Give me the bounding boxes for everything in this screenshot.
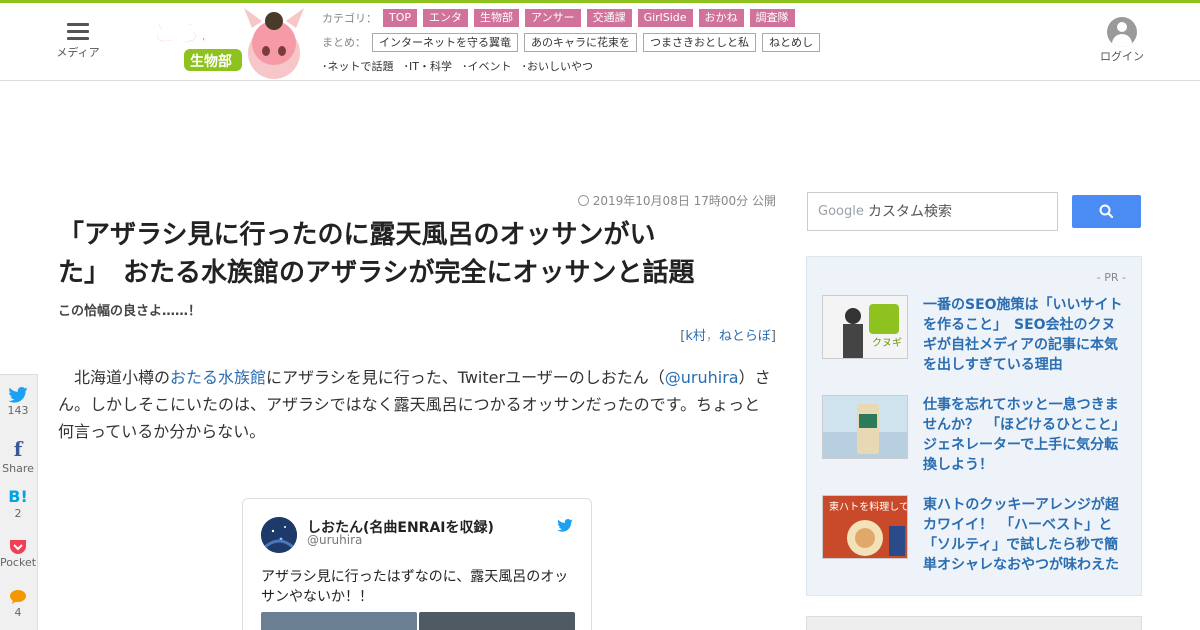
article-title-line1: 「アザラシ見に行ったのに露天風呂のオッサンがい [58,220,656,250]
category-top[interactable]: TOP [383,9,418,27]
pr-thumb-1[interactable]: クヌギ [822,295,908,359]
category-row: カテゴリ： TOP エンタ 生物部 アンサー 交通課 GirlSide おかね … [322,7,1022,29]
publish-date-text: 2019年10月08日 17時00分 公開 [592,194,776,208]
pr-title-1[interactable]: 一番のSEO施策は「いいサイトを作ること」 SEO会社のクヌギが自社メディアの記… [923,295,1123,375]
hatena-bookmark-count: 2 [14,507,22,520]
article-title: 「アザラシ見に行ったのに露天風呂のオッサンがい た」 おたる水族館のアザラシが完… [58,216,778,292]
twitter-bird-icon[interactable] [557,517,573,536]
category-seibutsu[interactable]: 生物部 [474,9,520,27]
logo-sub-text: 生物部 [190,53,232,70]
body-text-1: 北海道小樽の [58,368,171,387]
pr-label: - PR - [1096,271,1126,284]
header-nav: カテゴリ： TOP エンタ 生物部 アンサー 交通課 GirlSide おかね … [322,7,1022,79]
logo-text: ねとらぼ [128,19,225,47]
byline-author-link[interactable]: k村 [685,329,706,344]
login-button[interactable]: ログイン [1096,15,1148,64]
pr-thumb-3-text: 東ハトを料理してみた [829,500,908,513]
pocket-label: Pocket [0,556,37,569]
pr-thumb-1-text: クヌギ [872,337,902,349]
matome-row: まとめ： インターネットを守る翼竜 あのキャラに花束を つまさきおとしと私 ねと… [322,31,1022,53]
topic-link-3[interactable]: ･イベント [462,58,512,74]
body-text-2: にアザラシを見に行った、Twiterユーザーのしおたん（ [266,368,665,387]
twitter-share-button[interactable]: 143 [0,387,39,417]
publish-date: 2019年10月08日 17時00分 公開 [560,192,776,209]
comment-button[interactable]: 4 [0,589,39,619]
search-button[interactable] [1072,195,1141,228]
byline: [k村，ねとらぼ] [560,325,776,344]
comment-icon [10,590,26,604]
user-icon [1107,17,1137,47]
tweet-media[interactable] [261,612,575,630]
topic-row: ･ネットで話題 ･IT・科学 ･イベント ･おいしいやつ [322,55,1022,77]
hamburger-icon [67,23,89,40]
aquarium-link[interactable]: おたる水族館 [170,368,266,387]
embedded-tweet[interactable]: しおたん(名曲ENRAIを収録) @uruhira アザラシ見に行ったはずなのに… [242,498,592,630]
article-title-line2: た」 おたる水族館のアザラシが完全にオッサンと話題 [58,258,695,288]
matome-link-3[interactable]: つまさきおとしと私 [643,32,756,52]
matome-link-4[interactable]: ねとめし [762,32,820,52]
pr-title-3[interactable]: 東ハトのクッキーアレンジが超カワイイ！ 「ハーベスト」と「ソルティ」で試したら秒… [923,495,1123,575]
user-handle-link[interactable]: @uruhira [665,368,739,387]
byline-outlet-link[interactable]: ねとらぼ [719,329,771,344]
site-header: メディア ねとらぼ 生物部 カテゴリ： TOP エンタ 生物部 アンサー 交通課… [0,3,1200,81]
topic-link-1[interactable]: ･ネットで話題 [322,58,394,74]
pocket-icon [10,540,26,554]
pr-thumb-3[interactable]: 東ハトを料理してみた [822,495,908,559]
tweet-avatar[interactable] [261,517,297,553]
article-subtitle: この恰幅の良さよ……！ [58,304,202,319]
facebook-share-label: Share [2,462,34,475]
tweet-text: アザラシ見に行ったはずなのに、露天風呂のオッサンやないか！！ [261,569,569,605]
hatena-bookmark-button[interactable]: B! 2 [0,487,39,520]
tweet-author-handle[interactable]: @uruhira [307,533,362,547]
twitter-icon [8,387,28,403]
matome-link-1[interactable]: インターネットを守る翼竜 [372,32,518,52]
byline-close: ] [770,329,776,344]
tweet-photo-1[interactable] [261,612,417,630]
category-girlside[interactable]: GirlSide [637,9,693,27]
google-logo-text: Google [818,204,864,219]
login-label: ログイン [1100,50,1144,63]
pr-title-2[interactable]: 仕事を忘れてホッと一息つきませんか？ 「ほどけるひとこと」ジェネレーターで上手に… [923,395,1123,475]
category-label: カテゴリ： [322,12,377,25]
pr-thumb-2[interactable] [822,395,908,459]
category-koutsu[interactable]: 交通課 [586,9,632,27]
search-icon [1099,204,1114,219]
tweet-photo-2[interactable] [419,612,575,630]
matome-label: まとめ： [322,36,366,49]
media-menu-label: メディア [56,46,100,59]
pocket-button[interactable]: Pocket [0,539,39,569]
media-menu-button[interactable]: メディア [52,19,104,60]
category-chousa[interactable]: 調査隊 [749,9,795,27]
search-box: Google [807,192,1058,231]
twitter-share-count: 143 [7,404,29,417]
byline-separator: ， [705,329,719,344]
category-okane[interactable]: おかね [698,9,744,27]
category-answer[interactable]: アンサー [525,9,581,27]
hatena-icon: B! [8,487,28,506]
site-logo[interactable]: ねとらぼ 生物部 [124,3,314,81]
topic-link-2[interactable]: ･IT・科学 [404,58,452,74]
share-rail: 143 f Share B! 2 Pocket 4 [0,374,38,630]
clock-icon [577,195,589,206]
category-enta[interactable]: エンタ [423,9,469,27]
comment-count: 4 [14,606,22,619]
facebook-share-button[interactable]: f Share [0,437,39,475]
matome-link-2[interactable]: あのキャラに花束を [524,32,637,52]
sidebar-next-block [806,616,1142,630]
facebook-icon: f [13,437,23,461]
topic-link-4[interactable]: ･おいしいやつ [521,58,593,74]
article-body: 北海道小樽のおたる水族館にアザラシを見に行った、Twiterユーザーのしおたん（… [58,364,774,445]
search-input[interactable] [868,202,1052,222]
